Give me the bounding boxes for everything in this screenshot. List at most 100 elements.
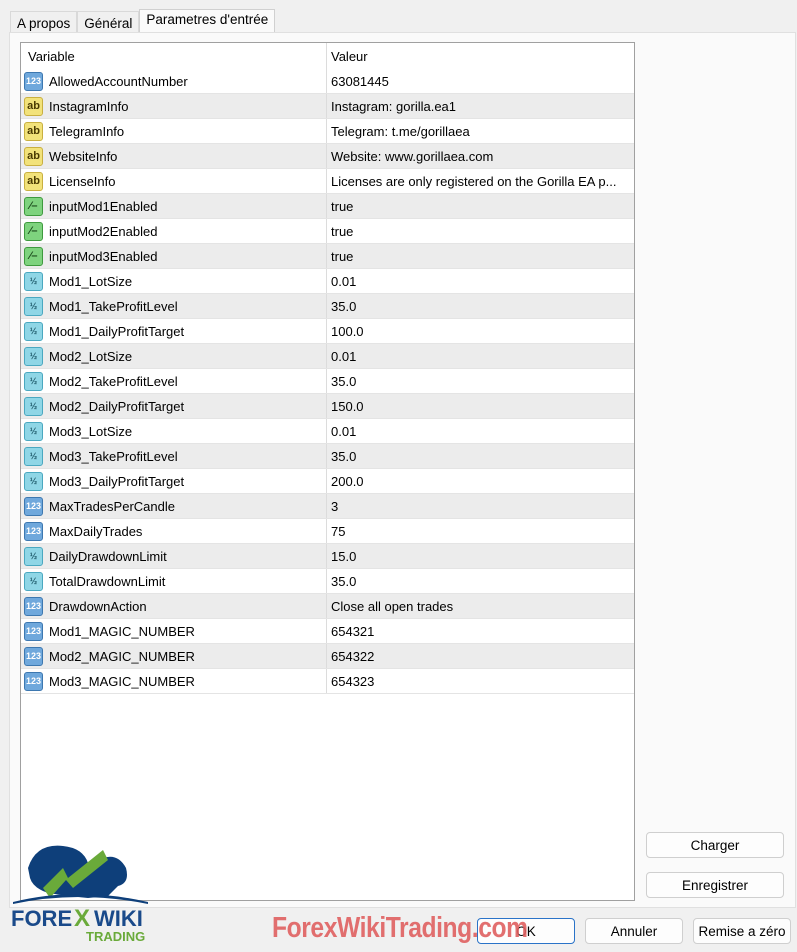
value-cell[interactable]: 35.0	[327, 299, 356, 314]
value-cell[interactable]: Instagram: gorilla.ea1	[327, 99, 456, 114]
variable-cell: ½ DailyDrawdownLimit	[21, 544, 327, 568]
value-cell[interactable]: 75	[327, 524, 345, 539]
dbl-type-icon: ½	[24, 471, 43, 491]
column-header-variable[interactable]: Variable	[21, 43, 327, 69]
variable-cell: ab InstagramInfo	[21, 94, 327, 118]
variable-name: WebsiteInfo	[49, 148, 118, 164]
dbl-type-icon: ½	[24, 396, 43, 416]
reset-button[interactable]: Remise a zéro	[693, 918, 791, 944]
tab-general[interactable]: Général	[77, 11, 140, 33]
variable-name: inputMod2Enabled	[49, 223, 158, 239]
table-row[interactable]: ½ Mod1_DailyProfitTarget 100.0	[21, 319, 634, 344]
variable-cell: ½ Mod3_TakeProfitLevel	[21, 444, 327, 468]
variable-name: DailyDrawdownLimit	[49, 548, 167, 564]
variable-cell: ⁄– inputMod2Enabled	[21, 219, 327, 243]
variable-name: Mod2_MAGIC_NUMBER	[49, 648, 195, 664]
value-cell[interactable]: true	[327, 199, 353, 214]
table-row[interactable]: ab InstagramInfo Instagram: gorilla.ea1	[21, 94, 634, 119]
table-row[interactable]: ½ Mod1_LotSize 0.01	[21, 269, 634, 294]
table-row[interactable]: ½ TotalDrawdownLimit 35.0	[21, 569, 634, 594]
dbl-type-icon: ½	[24, 271, 43, 291]
variable-name: LicenseInfo	[49, 173, 116, 189]
variable-cell: 123 Mod1_MAGIC_NUMBER	[21, 619, 327, 643]
value-cell[interactable]: 0.01	[327, 424, 356, 439]
table-row[interactable]: ⁄– inputMod2Enabled true	[21, 219, 634, 244]
value-cell[interactable]: 35.0	[327, 449, 356, 464]
table-row[interactable]: 123 MaxTradesPerCandle 3	[21, 494, 634, 519]
variable-name: MaxTradesPerCandle	[49, 498, 175, 514]
variable-cell: 123 Mod2_MAGIC_NUMBER	[21, 644, 327, 668]
tab-input-parameters[interactable]: Parametres d'entrée	[139, 9, 276, 33]
value-cell[interactable]: 35.0	[327, 574, 356, 589]
table-row[interactable]: ½ Mod3_TakeProfitLevel 35.0	[21, 444, 634, 469]
value-cell[interactable]: Telegram: t.me/gorillaea	[327, 124, 470, 139]
int-type-icon: 123	[24, 71, 43, 91]
dbl-type-icon: ½	[24, 296, 43, 316]
variable-cell: ab TelegramInfo	[21, 119, 327, 143]
table-row[interactable]: ab TelegramInfo Telegram: t.me/gorillaea	[21, 119, 634, 144]
value-cell[interactable]: 3	[327, 499, 338, 514]
table-row[interactable]: ½ Mod2_DailyProfitTarget 150.0	[21, 394, 634, 419]
value-cell[interactable]: 654323	[327, 674, 374, 689]
dbl-type-icon: ½	[24, 446, 43, 466]
value-cell[interactable]: 200.0	[327, 474, 364, 489]
table-row[interactable]: ½ DailyDrawdownLimit 15.0	[21, 544, 634, 569]
load-button[interactable]: Charger	[646, 832, 784, 858]
int-type-icon: 123	[24, 496, 43, 516]
value-cell[interactable]: Website: www.gorillaea.com	[327, 149, 493, 164]
parameters-table: Variable Valeur 123 AllowedAccountNumber 6…	[20, 42, 635, 901]
str-type-icon: ab	[24, 121, 43, 141]
str-type-icon: ab	[24, 96, 43, 116]
table-row[interactable]: ½ Mod3_LotSize 0.01	[21, 419, 634, 444]
value-cell[interactable]: 654321	[327, 624, 374, 639]
table-row[interactable]: ½ Mod2_LotSize 0.01	[21, 344, 634, 369]
variable-cell: 123 MaxTradesPerCandle	[21, 494, 327, 518]
table-row[interactable]: ½ Mod1_TakeProfitLevel 35.0	[21, 294, 634, 319]
variable-cell: ½ Mod1_DailyProfitTarget	[21, 319, 327, 343]
svg-text:WIKI: WIKI	[94, 906, 143, 931]
variable-cell: ½ Mod1_LotSize	[21, 269, 327, 293]
svg-text:TRADING: TRADING	[86, 929, 145, 944]
table-row[interactable]: ab LicenseInfo Licenses are only registere…	[21, 169, 634, 194]
tab-about[interactable]: A propos	[10, 11, 78, 33]
value-cell[interactable]: true	[327, 249, 353, 264]
table-row[interactable]: ⁄– inputMod3Enabled true	[21, 244, 634, 269]
int-type-icon: 123	[24, 671, 43, 691]
watermark-text: ForexWikiTrading.com	[272, 912, 528, 944]
cancel-button[interactable]: Annuler	[585, 918, 683, 944]
value-cell[interactable]: 100.0	[327, 324, 364, 339]
table-row[interactable]: 123 DrawdownAction Close all open trades	[21, 594, 634, 619]
bool-type-icon: ⁄–	[24, 246, 43, 266]
column-header-value[interactable]: Valeur	[327, 49, 368, 64]
table-row[interactable]: 123 Mod1_MAGIC_NUMBER 654321	[21, 619, 634, 644]
table-row[interactable]: 123 Mod3_MAGIC_NUMBER 654323	[21, 669, 634, 694]
table-row[interactable]: ab WebsiteInfo Website: www.gorillaea.com	[21, 144, 634, 169]
table-row[interactable]: ⁄– inputMod1Enabled true	[21, 194, 634, 219]
value-cell[interactable]: Licenses are only registered on the Gori…	[327, 174, 616, 189]
value-cell[interactable]: 35.0	[327, 374, 356, 389]
variable-cell: ½ Mod2_DailyProfitTarget	[21, 394, 327, 418]
value-cell[interactable]: 15.0	[327, 549, 356, 564]
tab-bar: A propos Général Parametres d'entrée	[10, 9, 276, 33]
variable-name: MaxDailyTrades	[49, 523, 143, 539]
value-cell[interactable]: Close all open trades	[327, 599, 453, 614]
value-cell[interactable]: 63081445	[327, 74, 389, 89]
variable-name: Mod2_DailyProfitTarget	[49, 398, 185, 414]
table-row[interactable]: ½ Mod2_TakeProfitLevel 35.0	[21, 369, 634, 394]
variable-name: Mod3_MAGIC_NUMBER	[49, 673, 195, 689]
value-cell[interactable]: 0.01	[327, 274, 356, 289]
table-row[interactable]: 123 AllowedAccountNumber 63081445	[21, 69, 634, 94]
value-cell[interactable]: 150.0	[327, 399, 364, 414]
table-row[interactable]: ½ Mod3_DailyProfitTarget 200.0	[21, 469, 634, 494]
save-button[interactable]: Enregistrer	[646, 872, 784, 898]
variable-cell: ab LicenseInfo	[21, 169, 327, 193]
int-type-icon: 123	[24, 646, 43, 666]
value-cell[interactable]: 654322	[327, 649, 374, 664]
variable-name: inputMod3Enabled	[49, 248, 158, 264]
table-row[interactable]: 123 Mod2_MAGIC_NUMBER 654322	[21, 644, 634, 669]
variable-name: Mod1_TakeProfitLevel	[49, 298, 178, 314]
variable-name: Mod3_DailyProfitTarget	[49, 473, 185, 489]
table-row[interactable]: 123 MaxDailyTrades 75	[21, 519, 634, 544]
value-cell[interactable]: true	[327, 224, 353, 239]
value-cell[interactable]: 0.01	[327, 349, 356, 364]
